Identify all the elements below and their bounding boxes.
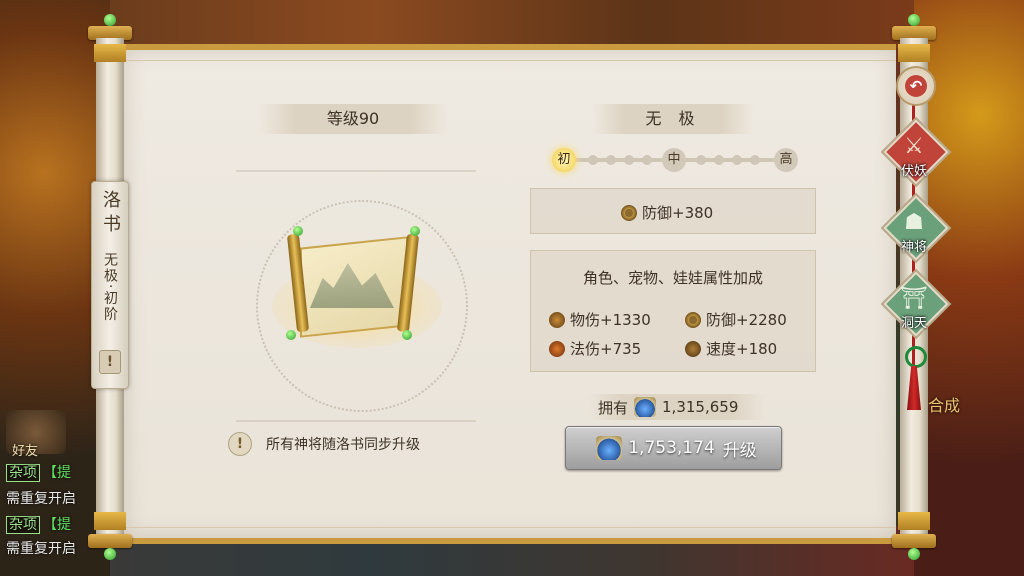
- defense-bonus-stat: 防御+2280: [685, 309, 787, 330]
- tab-shenjiang[interactable]: ☗ 神将: [883, 195, 949, 261]
- chat-tag: 杂项: [6, 464, 40, 482]
- game-scene-top: [100, 0, 920, 48]
- stat-text: 物伤+1330: [570, 311, 651, 329]
- decorative-line: [236, 420, 476, 422]
- speed-stat: 速度+180: [685, 338, 777, 359]
- gem-icon: [104, 14, 116, 26]
- gem-icon: [410, 226, 420, 236]
- rod-band: [898, 512, 930, 530]
- luoshu-scroll-artwork: [272, 226, 442, 356]
- tab-label: 伏妖: [900, 164, 927, 179]
- jade-knot-icon: [905, 346, 927, 368]
- sync-upgrade-tip: ! 所有神将随洛书同步升级: [228, 432, 420, 456]
- tier-banner: 无 极: [592, 104, 754, 134]
- tab-dongtian[interactable]: ⛩ 洞天: [883, 271, 949, 337]
- track-dot: [606, 155, 616, 165]
- tier-node-mid: 中: [662, 148, 686, 172]
- tip-text: 所有神将随洛书同步升级: [266, 437, 420, 453]
- chat-link[interactable]: 【提: [43, 517, 71, 533]
- tier-title: 无 极: [645, 109, 701, 128]
- general-icon: ☗: [904, 210, 924, 235]
- chat-tag: 杂项: [6, 516, 40, 534]
- tab-label: 神将: [900, 240, 927, 255]
- rod-band: [94, 512, 126, 530]
- gem-icon: [402, 330, 412, 340]
- track-dot: [642, 155, 652, 165]
- magic-damage-stat: 法伤+735: [549, 338, 641, 359]
- tab-fuyao[interactable]: ⚔ 伏妖: [883, 119, 949, 185]
- tab-label: 洞天: [900, 316, 927, 331]
- stat-text: 速度+180: [706, 340, 778, 358]
- decorative-line: [236, 170, 476, 172]
- upgrade-cost: 1,753,174: [628, 438, 715, 458]
- track-dot: [714, 155, 724, 165]
- exclamation-icon[interactable]: !: [99, 350, 121, 374]
- stat-text: 法伤+735: [570, 340, 642, 358]
- gem-icon: [908, 14, 920, 26]
- tier-progress-track: 初 中 高: [552, 148, 798, 172]
- scene-text-fragment: 合成: [928, 396, 961, 415]
- tier-node-high: 高: [774, 148, 798, 172]
- exclamation-icon[interactable]: !: [228, 432, 252, 456]
- speed-icon: [685, 340, 701, 357]
- chat-line: 杂项 【提: [6, 514, 71, 534]
- back-button[interactable]: ↶: [896, 66, 936, 106]
- rod-cap: [88, 534, 132, 548]
- track-dot: [624, 155, 634, 165]
- defense-stat-text: 防御+380: [642, 204, 714, 222]
- bonus-stats-panel: 角色、宠物、娃娃属性加成 物伤+1330 防御+2280 法伤+735 速度+1…: [530, 250, 816, 372]
- level-banner: 等级90: [258, 104, 448, 134]
- scroll-currency-icon: [634, 397, 657, 417]
- chat-line: 需重复开启: [6, 541, 76, 557]
- back-arrow-icon: ↶: [905, 75, 927, 97]
- luoshu-side-tab[interactable]: 洛书 无极·初阶 !: [91, 181, 129, 389]
- chat-link[interactable]: 【提: [43, 465, 71, 481]
- sword-icon: [549, 311, 565, 328]
- fire-icon: [549, 340, 565, 357]
- level-label: 等级90: [326, 109, 380, 128]
- track-dot: [750, 155, 760, 165]
- chat-line: 杂项 【提: [6, 462, 71, 482]
- side-tab-title: 洛书: [100, 190, 121, 238]
- defense-stat: 防御+380: [621, 202, 713, 223]
- rod-band: [94, 44, 126, 62]
- own-label: 拥有: [598, 398, 629, 417]
- upgrade-button[interactable]: 1,753,174 升级: [565, 426, 782, 470]
- tier-node-low: 初: [552, 148, 576, 172]
- upgrade-label: 升级: [722, 440, 757, 461]
- current-stat-panel: 防御+380: [530, 188, 816, 234]
- own-amount: 1,315,659: [662, 398, 739, 416]
- pagoda-icon: ⛩: [900, 286, 928, 311]
- track-dot: [732, 155, 742, 165]
- stat-text: 防御+2280: [706, 311, 787, 329]
- crossed-swords-icon: ⚔: [904, 134, 924, 159]
- gem-icon: [293, 226, 303, 236]
- scroll-currency-icon: [596, 436, 623, 460]
- bonus-title: 角色、宠物、娃娃属性加成: [582, 269, 763, 287]
- chat-line: 需重复开启: [6, 491, 76, 507]
- owned-currency: 拥有 1,315,659: [588, 394, 766, 420]
- track-dot: [588, 155, 598, 165]
- gem-icon: [104, 548, 116, 560]
- gem-icon: [286, 330, 296, 340]
- friend-label: 好友: [12, 444, 39, 459]
- side-tab-subtitle: 无极·初阶: [102, 252, 118, 323]
- gem-icon: [908, 548, 920, 560]
- shield-icon: [685, 311, 701, 328]
- shield-icon: [621, 204, 637, 221]
- track-dot: [696, 155, 706, 165]
- rod-cap: [892, 534, 936, 548]
- physical-damage-stat: 物伤+1330: [549, 309, 651, 330]
- rod-band: [898, 44, 930, 62]
